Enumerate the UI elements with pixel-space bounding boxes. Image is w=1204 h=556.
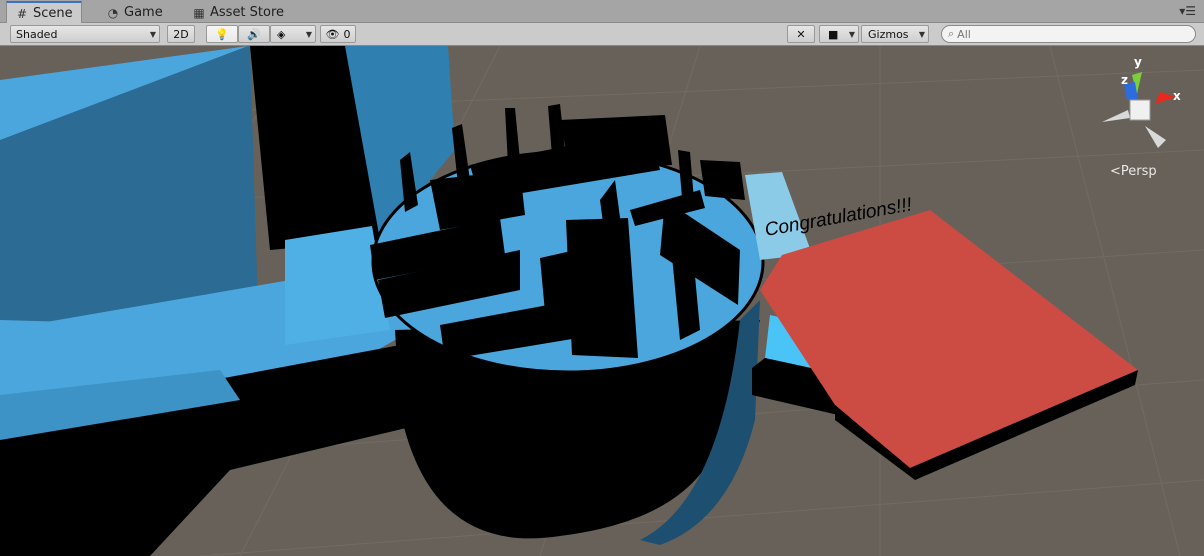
axis-x-label: x xyxy=(1173,89,1181,103)
pacman-icon: ◔ xyxy=(107,5,119,20)
cylinder-maze-base xyxy=(371,150,765,545)
scene-lighting-button[interactable]: 💡 xyxy=(206,25,238,43)
tab-menu-icon[interactable]: ▾☰ xyxy=(1179,4,1196,18)
axis-z-label: z xyxy=(1121,73,1128,87)
eye-slash-icon: 👁 xyxy=(325,27,340,41)
window-tab-bar: # Scene ◔ Game ▦ Asset Store ▾☰ xyxy=(0,0,1204,24)
camera-icon: ■ xyxy=(828,27,839,41)
tab-label: Scene xyxy=(33,6,73,21)
store-icon: ▦ xyxy=(193,5,205,20)
tools-button[interactable]: ✕ xyxy=(787,25,815,43)
scene-render: Congratulations!!! y z x <Persp xyxy=(0,46,1204,556)
gizmo-center-cube[interactable] xyxy=(1129,99,1151,121)
effects-dropdown[interactable]: ◈ ▼ xyxy=(270,25,316,43)
chevron-down-icon: ▼ xyxy=(305,30,312,39)
chevron-down-icon: ▼ xyxy=(918,30,925,39)
speaker-icon: 🔊 xyxy=(247,27,261,41)
projection-mode-text: Persp xyxy=(1121,164,1157,179)
shading-mode-dropdown[interactable]: Shaded ▼ xyxy=(10,25,160,43)
hidden-objects-toggle[interactable]: 👁 0 xyxy=(320,25,356,43)
tools-icon: ✕ xyxy=(796,27,806,41)
tab-scene[interactable]: # Scene xyxy=(6,1,82,24)
hierarchy-search-input[interactable]: ⌕ All xyxy=(941,25,1196,43)
tab-label: Asset Store xyxy=(210,5,285,20)
search-placeholder: All xyxy=(957,27,971,41)
tab-label: Game xyxy=(124,5,163,20)
chevron-down-icon: ▼ xyxy=(848,30,855,39)
scene-viewport[interactable]: Congratulations!!! y z x <Persp xyxy=(0,46,1204,556)
toggle-2d-button[interactable]: 2D xyxy=(167,25,195,43)
hidden-count: 0 xyxy=(343,27,351,41)
tab-game[interactable]: ◔ Game xyxy=(98,3,171,22)
toggle-2d-label: 2D xyxy=(173,27,189,41)
camera-dropdown[interactable]: ■ ▼ xyxy=(819,25,859,43)
projection-label[interactable]: <Persp xyxy=(1110,164,1157,179)
scene-toolbar: Shaded ▼ 2D 💡 🔊 ◈ ▼ 👁 0 ✕ ■ ▼ Gizmos ▼ ⌕… xyxy=(0,23,1204,46)
goal-platform xyxy=(760,210,1138,480)
chevron-left-icon: < xyxy=(1110,164,1121,179)
shading-mode-label: Shaded xyxy=(16,27,58,41)
chevron-down-icon: ▼ xyxy=(149,30,156,39)
search-icon: ⌕ xyxy=(948,27,955,40)
gizmos-label: Gizmos xyxy=(868,27,909,41)
layers-icon: ◈ xyxy=(277,27,286,41)
gizmos-dropdown[interactable]: Gizmos ▼ xyxy=(861,25,929,43)
axis-y-label: y xyxy=(1134,55,1142,69)
grid-icon: # xyxy=(16,6,28,21)
scene-audio-button[interactable]: 🔊 xyxy=(238,25,270,43)
lightbulb-icon: 💡 xyxy=(215,27,229,41)
tab-asset-store[interactable]: ▦ Asset Store xyxy=(184,3,292,22)
